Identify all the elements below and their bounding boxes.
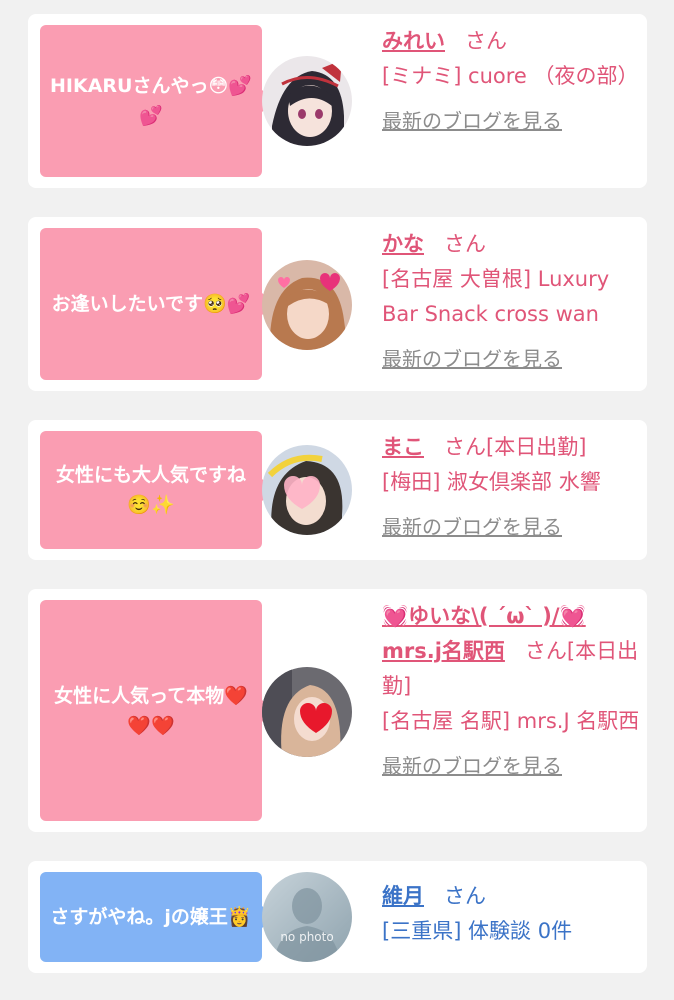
message-text: さすがやね。jの嬢王👸 [50, 906, 252, 928]
honorific: さん [444, 884, 486, 908]
no-photo-icon [262, 872, 352, 962]
shop-info: [名古屋 大曽根] Luxury Bar Snack cross wan [382, 267, 610, 326]
member-name-link[interactable]: 維月 [382, 884, 424, 908]
member-name-link[interactable]: まこ [382, 435, 424, 459]
message-bubble: 女性にも大人気ですね☺️✨ [40, 431, 275, 549]
avatar[interactable]: no photo [262, 872, 352, 962]
honorific: さん [444, 232, 486, 256]
message-text: HIKARUさんやっ😳💕💕 [50, 75, 252, 127]
avatar-image [262, 260, 352, 350]
honorific: さん [444, 435, 486, 459]
message-bubble: お逢いしたいです🥺💕 [40, 228, 275, 380]
member-info: みれい さん [ミナミ] cuore （夜の部） 最新のブログを見る [382, 24, 640, 139]
avatar-image [262, 667, 352, 757]
list-item: さすがやね。jの嬢王👸 no photo 維月 さん [三重県] 体験談 0件 [28, 861, 647, 973]
status-text: [本日出勤] [486, 435, 587, 459]
member-info: かな さん [名古屋 大曽根] Luxury Bar Snack cross wa… [382, 227, 640, 377]
avatar[interactable] [262, 56, 352, 146]
shop-info: [ミナミ] cuore （夜の部） [382, 64, 639, 88]
honorific: さん [465, 29, 507, 53]
member-name-link[interactable]: みれい [382, 29, 445, 53]
list-item: 女性に人気って本物❤️❤️❤️ 💓ゆいな\( ´ω` )/💓mrs.j名駅西 さん… [28, 589, 647, 832]
latest-blog-link[interactable]: 最新のブログを見る [382, 749, 640, 784]
message-text: お逢いしたいです🥺💕 [51, 293, 251, 315]
message-bubble: 女性に人気って本物❤️❤️❤️ [40, 600, 275, 821]
list-item: HIKARUさんやっ😳💕💕 みれい さん [ミナミ] cuore （夜の部） 最新… [28, 14, 647, 188]
honorific: さん [524, 639, 567, 663]
avatar-image [262, 56, 352, 146]
shop-info: [名古屋 名駅] mrs.J 名駅西 [382, 709, 640, 733]
member-info: まこ さん[本日出勤] [梅田] 淑女倶楽部 水響 最新のブログを見る [382, 430, 640, 545]
list-item: 女性にも大人気ですね☺️✨ まこ さん[本日出勤] [梅田] 淑女倶楽部 水響 最… [28, 420, 647, 560]
member-info: 維月 さん [三重県] 体験談 0件 [382, 879, 640, 949]
review-list: HIKARUさんやっ😳💕💕 みれい さん [ミナミ] cuore （夜の部） 最新… [0, 0, 674, 1000]
shop-info: [梅田] 淑女倶楽部 水響 [382, 470, 601, 494]
avatar-image [262, 445, 352, 535]
no-photo-label: no photo [280, 930, 334, 944]
avatar[interactable] [262, 667, 352, 757]
avatar[interactable] [262, 445, 352, 535]
member-info: 💓ゆいな\( ´ω` )/💓mrs.j名駅西 さん[本日出勤] [名古屋 名駅] … [382, 599, 640, 784]
avatar[interactable] [262, 260, 352, 350]
shop-info: [三重県] 体験談 0件 [382, 919, 573, 943]
message-bubble: さすがやね。jの嬢王👸 [40, 872, 275, 962]
latest-blog-link[interactable]: 最新のブログを見る [382, 510, 640, 545]
member-name-link[interactable]: かな [382, 232, 424, 256]
message-text: 女性に人気って本物❤️❤️❤️ [54, 684, 248, 737]
message-text: 女性にも大人気ですね☺️✨ [55, 464, 246, 516]
latest-blog-link[interactable]: 最新のブログを見る [382, 342, 640, 377]
latest-blog-link[interactable]: 最新のブログを見る [382, 104, 640, 139]
message-bubble: HIKARUさんやっ😳💕💕 [40, 25, 275, 177]
list-item: お逢いしたいです🥺💕 かな さん [名古屋 大曽根] Luxury Bar Sna… [28, 217, 647, 391]
